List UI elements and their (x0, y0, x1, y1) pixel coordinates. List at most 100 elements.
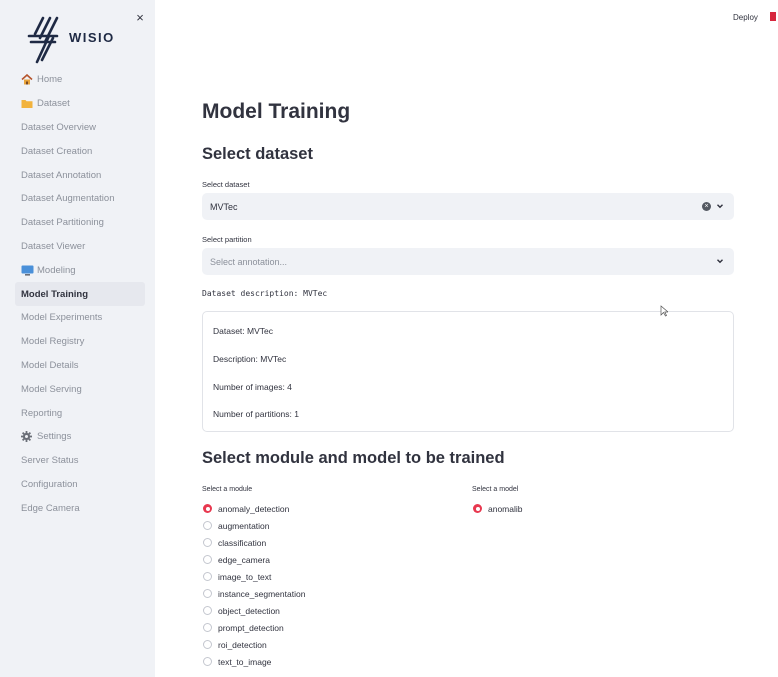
radio-label: image_to_text (218, 571, 272, 582)
sidebar-item-configuration[interactable]: Configuration (15, 473, 145, 497)
sidebar-item-model-registry[interactable]: Model Registry (15, 330, 145, 354)
sidebar-item-label: Model Training (21, 288, 89, 300)
sidebar-item-label: Dataset Viewer (21, 240, 86, 252)
radio-button[interactable] (203, 521, 212, 530)
info-description: Description: MVTec (213, 354, 287, 364)
sidebar-item-dataset-overview[interactable]: Dataset Overview (15, 116, 145, 140)
partition-select-label: Select partition (202, 235, 252, 244)
model-radio-label: Select a model (472, 486, 519, 493)
radio-label: prompt_detection (218, 622, 284, 633)
sidebar-item-dataset-partitioning[interactable]: Dataset Partitioning (15, 211, 145, 235)
sidebar-item-modeling[interactable]: Modeling (15, 258, 145, 282)
radio-text-to-image[interactable]: text_to_image (203, 654, 271, 669)
dataset-info-box: Dataset: MVTec Description: MVTec Number… (202, 311, 734, 432)
info-dataset: Dataset: MVTec (213, 326, 273, 336)
sidebar-item-label: Reporting (21, 407, 63, 419)
dataset-select-label: Select dataset (202, 180, 250, 189)
sidebar-item-edge-camera[interactable]: Edge Camera (15, 496, 145, 520)
chevron-down-icon (717, 204, 723, 209)
module-radio-label: Select a module (202, 486, 253, 493)
sidebar-item-label: Model Registry (21, 336, 85, 348)
sidebar-item-model-details[interactable]: Model Details (15, 354, 145, 378)
radio-object-detection[interactable]: object_detection (203, 603, 280, 618)
sidebar-item-label: Edge Camera (21, 502, 80, 514)
radio-button[interactable] (473, 504, 482, 513)
radio-prompt-detection[interactable]: prompt_detection (203, 620, 284, 635)
sidebar-item-label: Dataset Partitioning (21, 217, 104, 229)
radio-button[interactable] (203, 572, 212, 581)
page-title: Model Training (202, 100, 351, 123)
select-module-heading: Select module and model to be trained (202, 449, 505, 467)
radio-label: anomalib (488, 503, 523, 514)
brand-name: WISIO (69, 30, 115, 45)
dataset-description-code: Dataset description: MVTec (202, 289, 328, 298)
sidebar-item-settings[interactable]: Settings (15, 425, 145, 449)
radio-classification[interactable]: classification (203, 535, 266, 550)
radio-button[interactable] (203, 606, 212, 615)
radio-button[interactable] (203, 504, 212, 513)
radio-label: roi_detection (218, 639, 267, 650)
radio-roi-detection[interactable]: roi_detection (203, 637, 267, 652)
folder-icon (21, 98, 34, 109)
radio-button[interactable] (203, 538, 212, 547)
radio-label: augmentation (218, 520, 270, 531)
chevron-down-icon (717, 259, 723, 264)
sidebar-item-dataset-creation[interactable]: Dataset Creation (15, 139, 145, 163)
radio-instance-segmentation[interactable]: instance_segmentation (203, 586, 305, 601)
sidebar-item-dataset-augmentation[interactable]: Dataset Augmentation (15, 187, 145, 211)
radio-augmentation[interactable]: augmentation (203, 518, 270, 533)
main-content: Model Training Select dataset Select dat… (155, 0, 778, 677)
radio-button[interactable] (203, 657, 212, 666)
sidebar-item-home[interactable]: Home (15, 68, 145, 92)
radio-label: text_to_image (218, 656, 272, 667)
radio-anomaly-detection[interactable]: anomaly_detection (203, 501, 289, 516)
dataset-select[interactable]: MVTec × (202, 193, 734, 220)
select-dataset-heading: Select dataset (202, 145, 313, 163)
radio-button[interactable] (203, 555, 212, 564)
radio-button[interactable] (203, 623, 212, 632)
home-icon (21, 74, 34, 85)
radio-button[interactable] (203, 640, 212, 649)
logo-mark-icon (27, 16, 59, 64)
sidebar-item-server-status[interactable]: Server Status (15, 449, 145, 473)
sidebar-item-model-serving[interactable]: Model Serving (15, 377, 145, 401)
radio-label: object_detection (218, 605, 280, 616)
radio-label: anomaly_detection (218, 503, 290, 514)
radio-anomalib[interactable]: anomalib (473, 501, 523, 516)
info-number-of-partitions: Number of partitions: 1 (213, 409, 299, 419)
sidebar-item-model-experiments[interactable]: Model Experiments (15, 306, 145, 330)
radio-label: instance_segmentation (218, 588, 306, 599)
sidebar-item-dataset-viewer[interactable]: Dataset Viewer (15, 235, 145, 259)
monitor-icon (21, 265, 34, 276)
partition-select[interactable]: Select annotation... (202, 248, 734, 275)
radio-edge-camera[interactable]: edge_camera (203, 552, 270, 567)
radio-button[interactable] (203, 589, 212, 598)
sidebar-item-label: Model Details (21, 359, 79, 371)
sidebar-nav: Home Dataset Dataset Overview Dataset Cr… (15, 68, 145, 520)
sidebar-item-label: Modeling (37, 264, 76, 276)
sidebar-item-label: Server Status (21, 455, 79, 467)
sidebar-item-label: Settings (37, 431, 72, 443)
sidebar-item-label: Model Serving (21, 383, 82, 395)
radio-image-to-text[interactable]: image_to_text (203, 569, 271, 584)
sidebar-item-label: Model Experiments (21, 312, 103, 324)
radio-label: classification (218, 537, 267, 548)
dataset-select-value: MVTec (210, 202, 238, 212)
info-number-of-images: Number of images: 4 (213, 382, 292, 392)
sidebar-item-model-training[interactable]: Model Training (15, 282, 145, 306)
mouse-cursor-icon (660, 305, 668, 317)
sidebar: × WISIO Home Dataset Dataset Overview Da… (0, 0, 155, 677)
sidebar-item-dataset[interactable]: Dataset (15, 92, 145, 116)
partition-select-placeholder: Select annotation... (210, 257, 288, 267)
sidebar-item-label: Dataset (37, 98, 70, 110)
sidebar-item-label: Dataset Annotation (21, 169, 102, 181)
gear-icon (21, 431, 34, 443)
sidebar-item-label: Dataset Overview (21, 121, 96, 133)
sidebar-item-label: Home (37, 74, 63, 86)
sidebar-item-reporting[interactable]: Reporting (15, 401, 145, 425)
sidebar-item-dataset-annotation[interactable]: Dataset Annotation (15, 163, 145, 187)
sidebar-item-label: Configuration (21, 478, 78, 490)
radio-label: edge_camera (218, 554, 270, 565)
clear-icon[interactable]: × (702, 202, 711, 211)
sidebar-item-label: Dataset Augmentation (21, 193, 115, 205)
